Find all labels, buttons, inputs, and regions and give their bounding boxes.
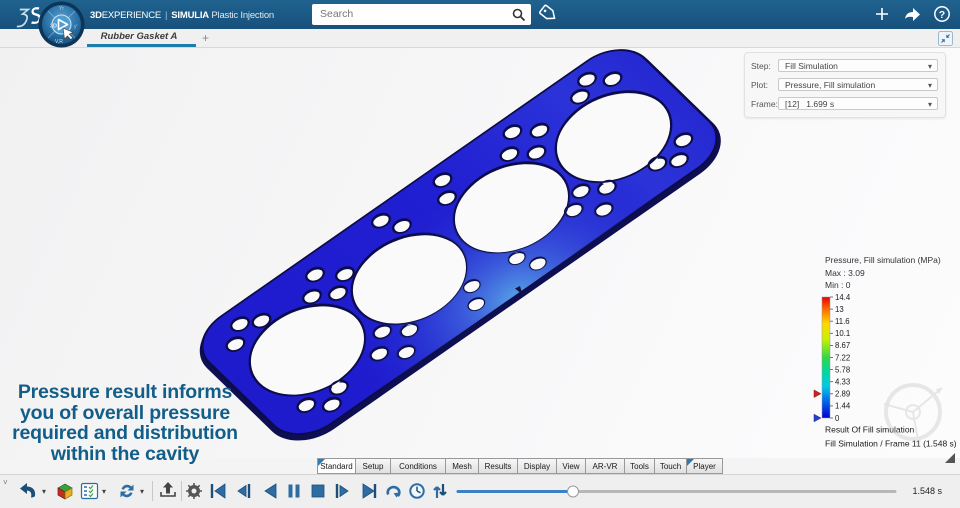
- svg-text:1.44: 1.44: [835, 402, 851, 411]
- svg-text:8.67: 8.67: [835, 341, 850, 350]
- svg-text:2.89: 2.89: [835, 390, 850, 399]
- svg-text:3D: 3D: [50, 24, 57, 30]
- svg-text:14.4: 14.4: [835, 293, 851, 302]
- svg-text:11.6: 11.6: [835, 317, 850, 326]
- svg-text:13: 13: [835, 305, 844, 314]
- svg-text:4.33: 4.33: [835, 378, 850, 387]
- svg-text:▾: ▾: [102, 487, 106, 496]
- svg-text:▾: ▾: [140, 487, 144, 496]
- svg-text:0: 0: [835, 414, 840, 423]
- svg-text:7.22: 7.22: [835, 353, 850, 362]
- svg-text:▾: ▾: [42, 487, 46, 496]
- svg-text:V,R: V,R: [55, 39, 63, 45]
- svg-text:5.78: 5.78: [835, 365, 850, 374]
- svg-text:˅: ˅: [3, 478, 8, 487]
- svg-text:?: ?: [939, 9, 945, 21]
- svg-text:10.1: 10.1: [835, 329, 850, 338]
- svg-text:y': y': [74, 24, 78, 30]
- svg-text:Yr: Yr: [59, 6, 64, 12]
